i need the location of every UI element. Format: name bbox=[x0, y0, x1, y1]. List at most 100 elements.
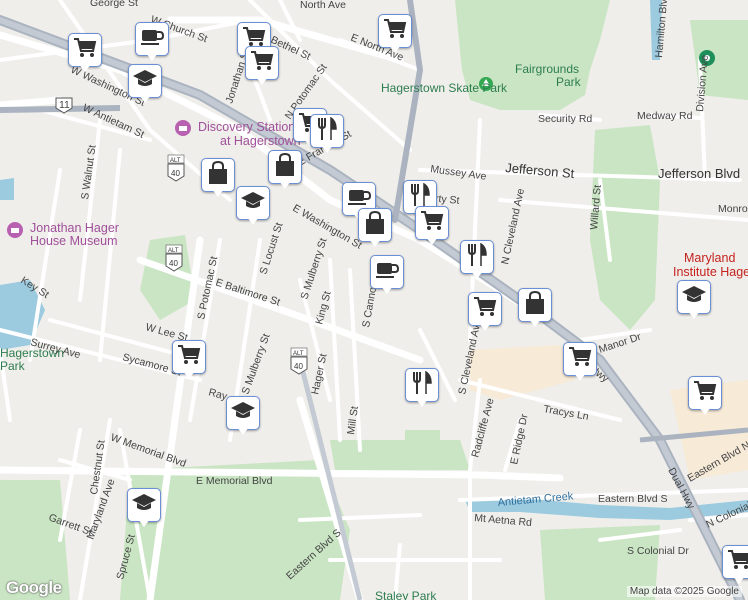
svg-text:S Locust St: S Locust St bbox=[257, 221, 285, 276]
svg-text:Medway Rd: Medway Rd bbox=[637, 110, 693, 122]
google-logo: Google bbox=[6, 578, 62, 597]
map-marker[interactable] bbox=[677, 280, 711, 320]
school-cap-icon bbox=[240, 191, 266, 216]
institution-area bbox=[470, 345, 575, 400]
map-marker[interactable] bbox=[201, 158, 235, 198]
discovery-label: Discovery Station bbox=[198, 120, 295, 134]
svg-text:Monroe: Monroe bbox=[718, 203, 748, 215]
map-marker[interactable] bbox=[245, 46, 279, 86]
map-canvas[interactable]: 11 ALT 40 ALT 40 ALT 40 Hagerstown Skate… bbox=[0, 0, 748, 600]
map-marker[interactable] bbox=[236, 186, 270, 226]
hager-house-pin-icon[interactable] bbox=[7, 222, 23, 238]
grocery-cart-icon bbox=[250, 50, 274, 77]
svg-text:North Ave: North Ave bbox=[300, 0, 346, 11]
school-cap-icon bbox=[230, 401, 256, 426]
map-marker[interactable] bbox=[378, 14, 412, 54]
marker-pointer bbox=[471, 271, 483, 279]
museum-pin-icon[interactable] bbox=[175, 120, 191, 136]
grocery-cart-icon bbox=[568, 346, 592, 373]
restaurant-icon bbox=[316, 116, 338, 146]
shopping-bag-icon bbox=[364, 210, 386, 240]
staley-park-label: Staley Park bbox=[375, 589, 437, 600]
map-marker[interactable] bbox=[688, 376, 722, 416]
hager-house-label: Jonathan Hager bbox=[30, 221, 119, 235]
marker-pointer bbox=[183, 371, 195, 379]
svg-text:Jefferson St: Jefferson St bbox=[505, 160, 576, 181]
map-marker[interactable] bbox=[358, 208, 392, 248]
fairgrounds-label: Fairgrounds bbox=[515, 62, 579, 76]
map-marker[interactable] bbox=[127, 488, 161, 528]
map-marker[interactable] bbox=[405, 368, 439, 408]
svg-text:40: 40 bbox=[294, 362, 303, 371]
svg-text:11: 11 bbox=[59, 99, 70, 111]
grocery-cart-icon bbox=[177, 344, 201, 371]
map-marker[interactable] bbox=[468, 292, 502, 332]
grocery-cart-icon bbox=[73, 37, 97, 64]
svg-text:40: 40 bbox=[171, 169, 180, 178]
marker-pointer bbox=[256, 77, 268, 85]
svg-text:ALT: ALT bbox=[170, 158, 181, 164]
map-marker[interactable] bbox=[310, 114, 344, 154]
marker-pointer bbox=[369, 239, 381, 247]
marker-pointer bbox=[279, 181, 291, 189]
grocery-cart-icon bbox=[473, 296, 497, 323]
marker-pointer bbox=[389, 45, 401, 53]
map-marker[interactable] bbox=[68, 33, 102, 73]
maryland-institute-label-2: Institute Hager bbox=[673, 265, 748, 279]
cafe-cup-icon bbox=[375, 260, 400, 285]
map-marker[interactable] bbox=[722, 545, 748, 585]
maryland-institute-label: Maryland bbox=[684, 251, 735, 265]
svg-text:Tracys Ln: Tracys Ln bbox=[542, 403, 589, 423]
grocery-cart-icon bbox=[727, 549, 748, 576]
marker-pointer bbox=[138, 519, 150, 527]
map-marker[interactable] bbox=[563, 342, 597, 382]
shopping-bag-icon bbox=[207, 160, 229, 190]
map-attribution[interactable]: Map data ©2025 Google bbox=[626, 586, 742, 597]
marker-pointer bbox=[139, 95, 151, 103]
restaurant-icon bbox=[411, 370, 433, 400]
fairgrounds-label-2: Park bbox=[556, 75, 582, 89]
marker-pointer bbox=[688, 311, 700, 319]
map-marker[interactable] bbox=[415, 206, 449, 246]
skate-park-label: Hagerstown Skate Park bbox=[381, 81, 508, 95]
svg-text:King St: King St bbox=[313, 290, 333, 326]
marker-pointer bbox=[247, 217, 259, 225]
school-cap-icon bbox=[131, 493, 157, 518]
marker-pointer bbox=[146, 53, 158, 61]
shopping-bag-icon bbox=[524, 290, 546, 320]
city-park-label-2: Park bbox=[0, 359, 26, 373]
map-marker[interactable] bbox=[518, 288, 552, 328]
svg-text:George St: George St bbox=[90, 0, 138, 9]
svg-text:ALT: ALT bbox=[168, 248, 179, 254]
marker-pointer bbox=[479, 323, 491, 331]
cafe-cup-icon bbox=[140, 27, 165, 52]
school-cap-icon bbox=[681, 285, 707, 310]
marker-pointer bbox=[237, 427, 249, 435]
marker-pointer bbox=[699, 407, 711, 415]
map-marker[interactable] bbox=[370, 255, 404, 295]
svg-text:40: 40 bbox=[169, 259, 178, 268]
svg-text:Mt Aetna Rd: Mt Aetna Rd bbox=[474, 512, 533, 529]
map-marker[interactable] bbox=[135, 22, 169, 62]
grocery-cart-icon bbox=[420, 210, 444, 237]
marker-pointer bbox=[212, 189, 224, 197]
svg-text:S Colonial Dr: S Colonial Dr bbox=[627, 545, 689, 557]
hager-house-label-2: House Museum bbox=[30, 234, 118, 248]
marker-pointer bbox=[574, 373, 586, 381]
grocery-cart-icon bbox=[383, 18, 407, 45]
marker-pointer bbox=[381, 286, 393, 294]
svg-text:E Ridge Dr: E Ridge Dr bbox=[508, 412, 531, 465]
marker-pointer bbox=[426, 237, 438, 245]
map-marker[interactable] bbox=[268, 150, 302, 190]
marker-pointer bbox=[79, 64, 91, 72]
marker-pointer bbox=[416, 399, 428, 407]
map-marker[interactable] bbox=[226, 396, 260, 436]
map-marker[interactable] bbox=[128, 64, 162, 104]
svg-text:Security Rd: Security Rd bbox=[538, 113, 592, 125]
map-marker[interactable] bbox=[460, 240, 494, 280]
marker-pointer bbox=[733, 576, 745, 584]
grocery-cart-icon bbox=[693, 380, 717, 407]
map-marker[interactable] bbox=[172, 340, 206, 380]
marker-pointer bbox=[321, 145, 333, 153]
discovery-label-2: at Hagerstown bbox=[220, 134, 301, 148]
